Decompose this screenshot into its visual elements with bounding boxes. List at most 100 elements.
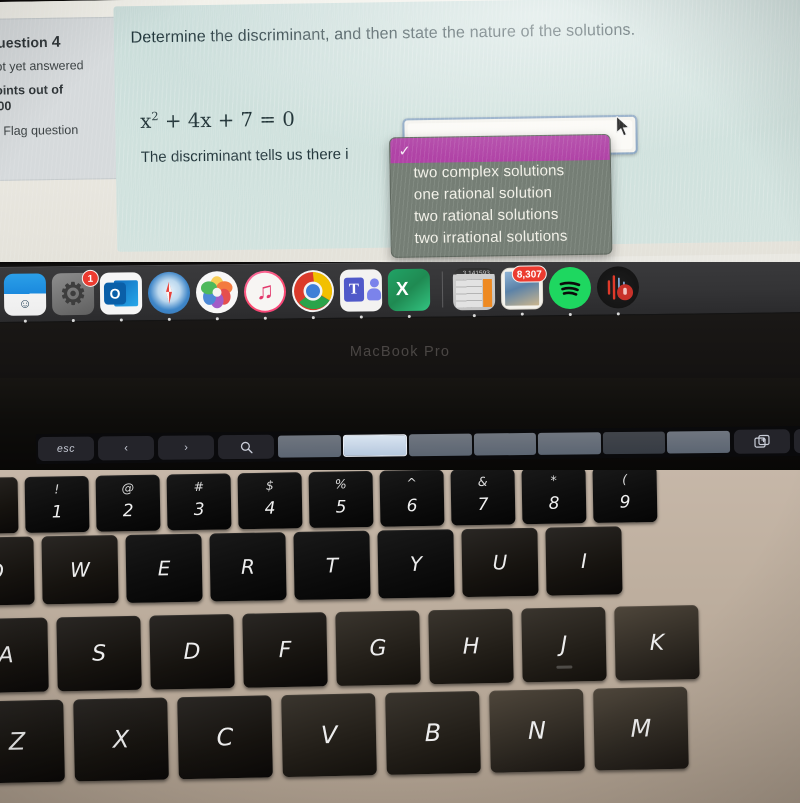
chrome-icon	[292, 270, 335, 313]
key-7[interactable]: & 7	[450, 470, 516, 526]
key-g[interactable]: G	[335, 610, 421, 686]
key-a[interactable]: A	[0, 617, 49, 694]
spotify-icon	[549, 267, 592, 310]
dock-item-music[interactable]: ♫	[243, 270, 287, 320]
key-9[interactable]: ( 9	[592, 470, 658, 524]
key-u[interactable]: U	[461, 527, 539, 598]
dock-item-system-preferences[interactable]: ⚙ 1	[51, 269, 99, 323]
dock-separator	[441, 271, 444, 308]
key-y[interactable]: Y	[377, 529, 455, 599]
dock-item-spotify[interactable]	[548, 266, 592, 317]
dropdown-option[interactable]: two irrational solutions	[392, 226, 612, 257]
key-3[interactable]: # 3	[166, 473, 232, 531]
touchbar-search-button[interactable]	[217, 434, 275, 460]
touchbar-tab[interactable]	[277, 434, 341, 458]
key-c[interactable]: C	[177, 695, 273, 780]
flag-question-link[interactable]: ⚐ Flag question	[0, 122, 108, 140]
touchbar-tab[interactable]	[409, 433, 472, 457]
key-6[interactable]: ^ 6	[379, 470, 445, 527]
key-shift-label: !	[54, 481, 60, 497]
key-backtick[interactable]: ~ `	[0, 477, 19, 535]
dock-item-finder[interactable]: ☺	[3, 273, 47, 323]
touchbar-more-button[interactable]: ‹	[793, 428, 800, 454]
key-k[interactable]: K	[614, 605, 700, 681]
dock-item-calculator[interactable]: 3.141593	[452, 267, 496, 318]
key-n[interactable]: N	[489, 688, 585, 773]
key-x[interactable]: X	[73, 697, 169, 782]
checkmark-icon: ✓	[398, 142, 411, 160]
key-e[interactable]: E	[125, 533, 203, 603]
touch-bar[interactable]: esc ‹ ›	[35, 425, 800, 465]
touchbar-deck: esc ‹ ›	[0, 378, 800, 474]
key-label: 8	[548, 493, 560, 514]
dock-item-microsoft-teams[interactable]: T	[339, 269, 383, 319]
key-r[interactable]: R	[209, 532, 287, 602]
laptop-keyboard[interactable]: ~ ` ! 1 @ 2 # 3 $ 4 % 5	[0, 470, 800, 803]
key-2[interactable]: @ 2	[95, 474, 161, 532]
key-d[interactable]: D	[149, 613, 235, 690]
question-number: 4	[51, 33, 61, 52]
dock-running-dot	[215, 317, 219, 321]
dock-running-dot	[472, 314, 476, 318]
answer-dropdown-menu[interactable]: ✓ two complex solutions one rational sol…	[389, 133, 613, 258]
key-label: U	[492, 550, 508, 575]
dock-item-mail[interactable]: 8,307	[500, 265, 547, 316]
key-1[interactable]: ! 1	[24, 475, 90, 533]
touchbar-new-tab-button[interactable]	[733, 429, 791, 454]
key-h[interactable]: H	[428, 608, 514, 685]
key-b[interactable]: B	[385, 690, 481, 775]
touchbar-tab[interactable]	[473, 432, 537, 456]
points-value: 1.00	[0, 98, 12, 114]
touchbar-back-button[interactable]: ‹	[97, 435, 155, 461]
dock-item-chrome[interactable]	[291, 269, 335, 320]
key-label: J	[560, 632, 568, 658]
touchbar-forward-button[interactable]: ›	[157, 435, 215, 460]
key-v[interactable]: V	[281, 693, 377, 778]
key-label: 2	[122, 501, 134, 522]
dropdown-option-blank-selected[interactable]: ✓	[390, 134, 610, 164]
dock-item-microsoft-excel[interactable]: X	[387, 268, 431, 318]
calculator-display: 3.141593	[462, 269, 490, 278]
key-label: Z	[8, 727, 26, 756]
key-s[interactable]: S	[56, 615, 142, 692]
macos-dock[interactable]: ☺ ⚙ 1 O ♫ T X 3.141593 8,307	[0, 262, 800, 324]
key-t[interactable]: T	[293, 530, 371, 600]
dock-running-dot	[311, 316, 315, 320]
key-shift-label: #	[193, 478, 205, 495]
key-shift-label: *	[550, 472, 557, 488]
key-label: H	[462, 633, 480, 660]
key-w[interactable]: W	[41, 535, 119, 605]
touchbar-tab-active[interactable]	[342, 434, 408, 457]
key-f[interactable]: F	[242, 612, 328, 688]
touchbar-tab-strip[interactable]	[277, 430, 731, 459]
dock-item-outlook[interactable]: O	[99, 272, 143, 322]
key-shift-label: ~	[0, 482, 18, 498]
key-label: I	[580, 548, 588, 573]
key-8[interactable]: * 8	[521, 470, 587, 525]
keyboard-row-qwerty: Q W E R T Y U I	[0, 526, 631, 606]
touchbar-tab[interactable]	[538, 432, 601, 455]
touchbar-esc-key[interactable]: esc	[37, 436, 95, 462]
key-label: G	[369, 635, 387, 661]
key-q[interactable]: Q	[0, 536, 35, 606]
keyboard-row-asdf: A S D F G H J K	[0, 605, 709, 694]
question-meta-panel: Question 4 Not yet answered Points out o…	[0, 16, 121, 182]
question-prompt: Determine the discriminant, and then sta…	[130, 21, 636, 47]
dock-item-podcasts[interactable]	[596, 266, 640, 316]
key-label: Q	[0, 559, 5, 584]
dock-item-photos[interactable]	[195, 271, 239, 321]
chevron-left-icon: ‹	[124, 442, 128, 455]
key-4[interactable]: $ 4	[237, 472, 303, 530]
finder-icon: ☺	[18, 295, 32, 311]
touchbar-tab[interactable]	[602, 431, 666, 455]
touchbar-tab[interactable]	[667, 430, 731, 454]
key-5[interactable]: % 5	[308, 470, 374, 528]
teams-person-head	[369, 278, 379, 288]
dock-item-safari[interactable]	[147, 271, 191, 321]
search-icon	[240, 441, 253, 453]
teams-person-body	[366, 288, 382, 301]
key-j[interactable]: J	[521, 606, 607, 683]
key-i[interactable]: I	[545, 526, 623, 596]
key-m[interactable]: M	[593, 686, 689, 771]
key-z[interactable]: Z	[0, 699, 65, 784]
